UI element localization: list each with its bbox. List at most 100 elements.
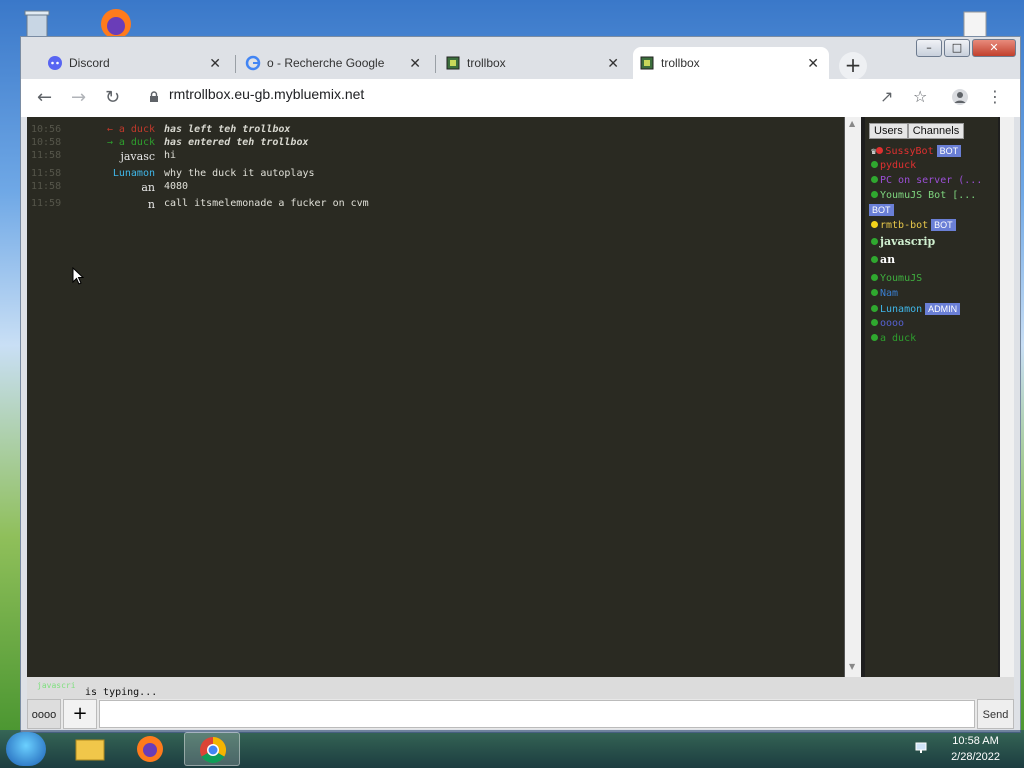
message-time: 11:58	[31, 168, 62, 179]
typing-text: is typing...	[85, 687, 158, 698]
online-status-icon	[871, 319, 878, 326]
user-name: Lunamon	[880, 304, 923, 315]
online-status-icon	[871, 221, 878, 228]
lock-icon[interactable]	[148, 91, 160, 103]
chat-log: 10:56 ← a duck has left teh trollbox 10:58 →…	[27, 117, 845, 677]
close-tab-icon[interactable]: ✕	[409, 47, 421, 79]
close-tab-icon[interactable]: ✕	[807, 47, 819, 79]
chat-message-row: 11:58 javasc hi	[27, 150, 844, 163]
start-button[interactable]	[6, 732, 46, 766]
online-status-icon	[871, 191, 878, 198]
user-name: PC on server (...	[880, 175, 983, 186]
trollbox-icon	[446, 56, 460, 70]
message-nick[interactable]: ← a duck	[107, 124, 155, 135]
message-body: has entered teh trollbox	[164, 137, 309, 148]
message-nick[interactable]: Lunamon	[113, 168, 155, 179]
message-body: has left teh trollbox	[164, 124, 291, 135]
back-icon[interactable]: ←	[37, 87, 52, 108]
taskbar-explorer[interactable]	[62, 732, 118, 766]
chat-message-row: 11:59 n call itsmelemonade a fucker on cvm	[27, 198, 844, 211]
user-role-badge: BOT	[931, 219, 956, 231]
tab-trollbox-active[interactable]: trollbox ✕	[633, 47, 829, 79]
tab-title: o - Recherche Google	[267, 56, 385, 70]
message-nick[interactable]: an	[141, 181, 155, 194]
user-role-badge: BOT	[936, 145, 962, 157]
user-name: Nam	[880, 288, 899, 299]
new-tab-button[interactable]: +	[839, 52, 867, 80]
user-list-item[interactable]: pyduck	[871, 160, 916, 171]
google-icon	[245, 55, 261, 71]
firefox-icon	[137, 736, 163, 762]
discord-icon	[48, 56, 62, 70]
taskbar-firefox[interactable]	[122, 732, 178, 766]
tab-title: trollbox	[661, 56, 700, 70]
online-status-icon	[871, 238, 878, 245]
message-body: 4080	[164, 181, 189, 192]
message-time: 10:56	[31, 124, 62, 135]
chrome-icon	[200, 736, 227, 764]
online-status-icon	[871, 305, 878, 312]
message-input[interactable]	[99, 700, 975, 728]
nickname-button[interactable]: oooo	[27, 699, 61, 729]
chat-scrollbar[interactable]: ▲ ▼	[845, 117, 861, 677]
online-status-icon	[876, 147, 884, 154]
user-name: a duck	[880, 333, 917, 344]
user-list-item[interactable]: ♛ SussyBot BOT	[871, 145, 962, 157]
user-list-item[interactable]: YoumuJS	[871, 273, 922, 284]
user-list-item[interactable]: rmtb-bot BOT	[871, 219, 956, 231]
send-button[interactable]: Send	[977, 699, 1014, 729]
message-time: 10:58	[31, 137, 62, 148]
tab-title: Discord	[69, 56, 110, 70]
tab-channels[interactable]: Channels	[907, 123, 965, 139]
menu-icon[interactable]: ⋮	[987, 87, 1003, 106]
close-tab-icon[interactable]: ✕	[607, 47, 619, 79]
user-list-item[interactable]: YoumuJS Bot [...	[871, 190, 976, 201]
clock-date: 2/28/2022	[951, 751, 1000, 763]
user-name: YoumuJS Bot [...	[880, 190, 977, 201]
user-list-item[interactable]: an	[871, 253, 895, 266]
user-list-item[interactable]: javascrip	[871, 235, 935, 248]
online-status-icon	[871, 274, 878, 281]
add-button[interactable]: +	[63, 699, 97, 729]
tab-google-search[interactable]: o - Recherche Google ✕	[239, 47, 431, 79]
online-status-icon	[871, 256, 878, 263]
user-name: pyduck	[880, 160, 917, 171]
folder-icon	[75, 739, 105, 761]
chat-message-row: 11:58 an 4080	[27, 181, 844, 194]
tab-trollbox[interactable]: trollbox ✕	[439, 47, 629, 79]
user-list-item[interactable]: Nam	[871, 288, 898, 299]
trollbox-page: 10:56 ← a duck has left teh trollbox 10:58 →…	[27, 117, 1014, 729]
profile-icon[interactable]	[951, 88, 969, 106]
message-nick[interactable]: → a duck	[107, 137, 155, 148]
users-scrollbar[interactable]	[1000, 117, 1014, 677]
network-icon[interactable]	[914, 740, 930, 756]
reload-icon[interactable]: ↻	[105, 87, 120, 108]
user-name: oooo	[880, 318, 905, 329]
browser-toolbar: ← → ↻ rmtrollbox.eu-gb.mybluemix.net ↗ ☆…	[21, 79, 1020, 117]
close-tab-icon[interactable]: ✕	[209, 47, 221, 79]
user-role-badge: BOT	[869, 204, 894, 216]
tab-users[interactable]: Users	[869, 123, 908, 139]
user-list-item[interactable]: PC on server (...	[871, 175, 982, 186]
url-bar[interactable]: rmtrollbox.eu-gb.mybluemix.net	[169, 86, 364, 102]
taskbar-chrome[interactable]	[184, 732, 240, 766]
user-list-item[interactable]: a duck	[871, 333, 916, 344]
share-icon[interactable]: ↗	[880, 87, 893, 106]
tab-discord[interactable]: Discord ✕	[41, 47, 231, 79]
message-nick[interactable]: javasc	[120, 150, 155, 163]
user-role-badge: ADMIN	[925, 303, 961, 315]
bookmark-star-icon[interactable]: ☆	[913, 87, 927, 106]
clock-time: 10:58 AM	[952, 735, 999, 747]
mouse-cursor-icon	[72, 267, 84, 285]
chat-event-row: 10:58 → a duck has entered teh trollbox	[27, 137, 844, 150]
chrome-window: – □ ✕ Discord ✕ o - Recherche Google ✕ t…	[20, 36, 1021, 733]
recycle-bin-icon[interactable]	[20, 6, 54, 40]
user-list-item[interactable]: oooo	[871, 318, 904, 329]
message-body: hi	[164, 150, 177, 161]
forward-icon[interactable]: →	[71, 87, 86, 108]
user-list-item[interactable]: Lunamon ADMIN	[871, 303, 961, 315]
message-nick[interactable]: n	[148, 198, 155, 211]
typing-indicator: javascri is typing...	[27, 677, 1014, 699]
windows-taskbar: 10:58 AM 2/28/2022	[0, 730, 1024, 768]
taskbar-clock[interactable]: 10:58 AM 2/28/2022	[951, 733, 1000, 765]
